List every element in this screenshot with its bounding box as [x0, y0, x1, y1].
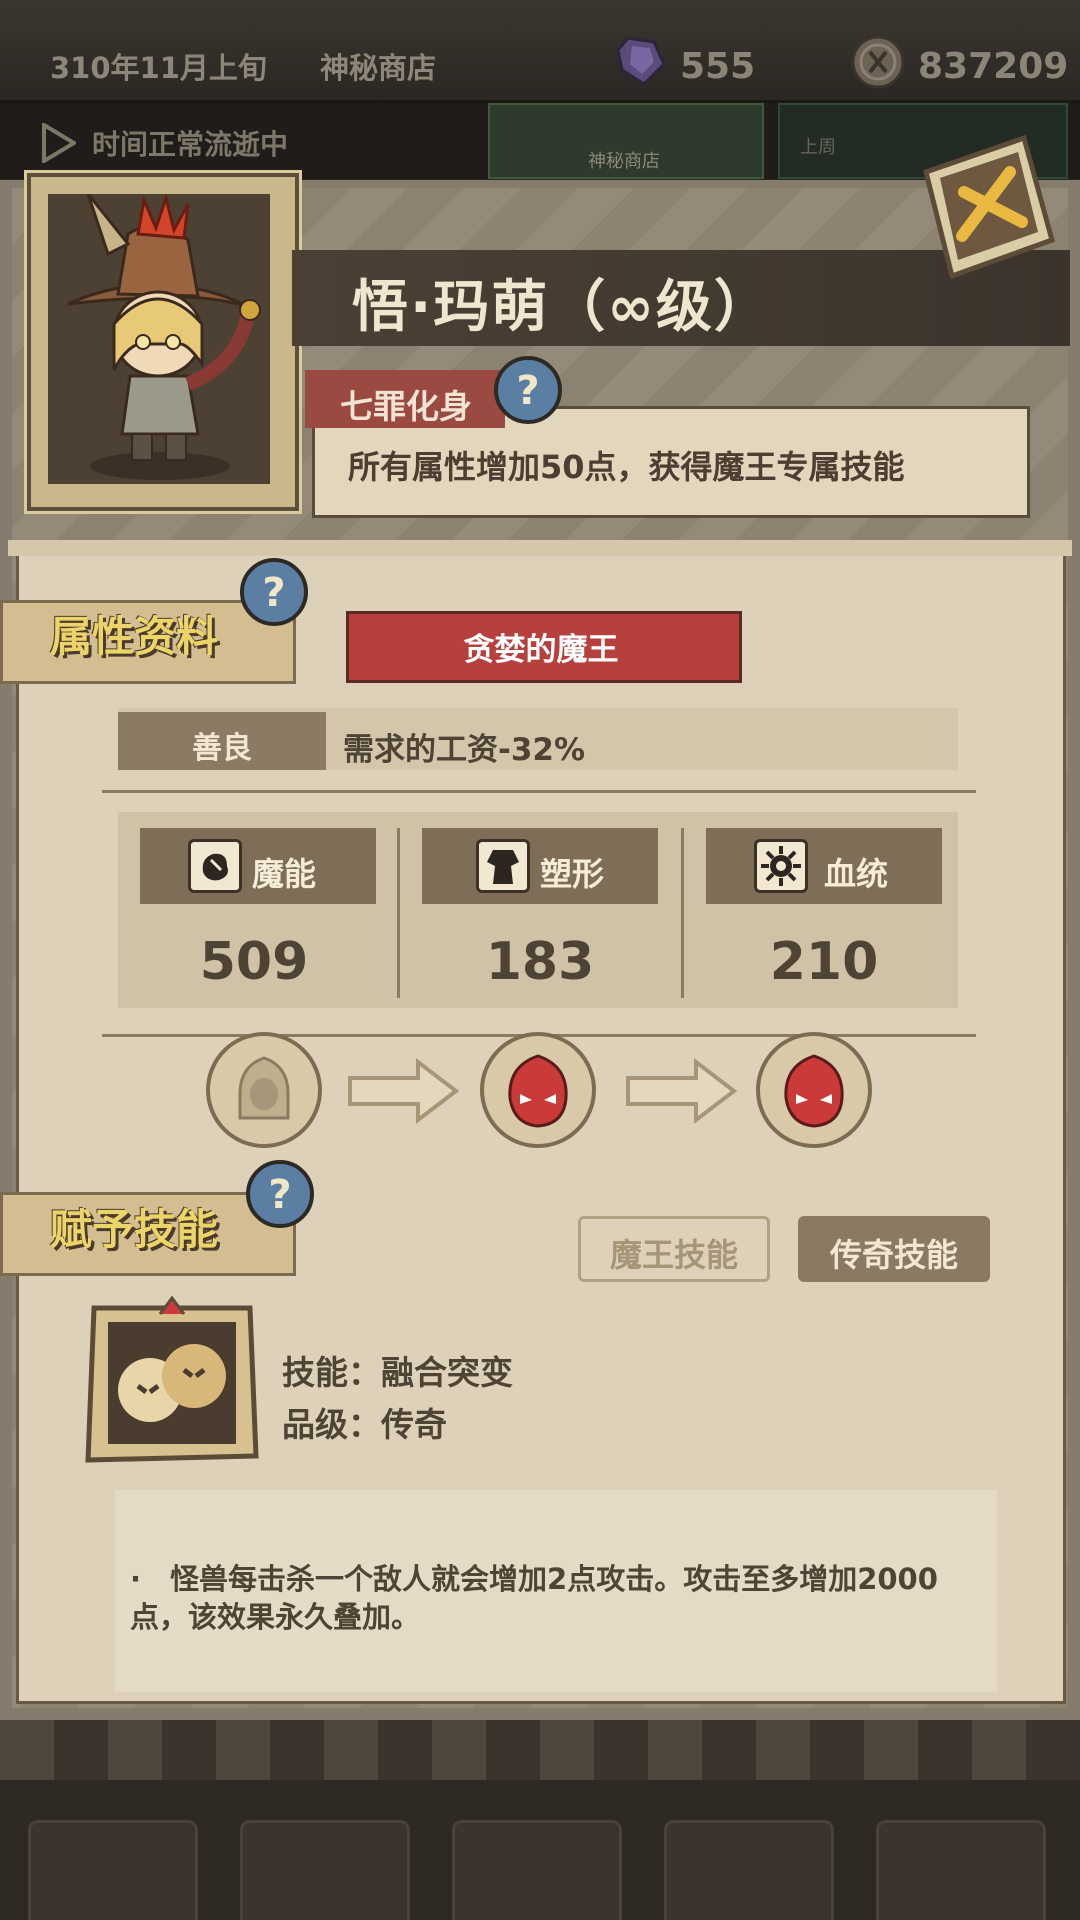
- nav-slot-5[interactable]: [876, 1820, 1046, 1920]
- body-shape-icon: [476, 839, 530, 893]
- help-icon[interactable]: ?: [492, 354, 564, 426]
- evolution-stage-2[interactable]: [480, 1032, 596, 1148]
- gem-icon: [616, 36, 666, 86]
- trait-description: 所有属性增加50点，获得魔王专属技能: [348, 448, 905, 486]
- trait-tag-label: 七罪化身: [340, 387, 472, 426]
- close-button[interactable]: [906, 132, 1056, 282]
- stat-divider: [397, 828, 400, 998]
- svg-text:?: ?: [268, 1172, 291, 1218]
- tab-mystery-shop[interactable]: 神秘商店: [488, 103, 764, 179]
- game-date: 310年11月上旬: [50, 51, 267, 85]
- tab-other-label: 上周: [800, 137, 836, 158]
- stat-shape-value: 183: [485, 932, 595, 992]
- character-avatar-icon: [67, 192, 261, 480]
- magic-fist-icon: [188, 839, 242, 893]
- character-portrait: [48, 192, 270, 484]
- skill-description: · 怪兽每击杀一个敌人就会增加2点攻击。攻击至多增加2000点，该效果永久叠加。: [130, 1562, 938, 1634]
- evolution-stage-1[interactable]: [206, 1032, 322, 1148]
- attributes-title: 属性资料: [50, 612, 219, 661]
- nav-slot-2[interactable]: [240, 1820, 410, 1920]
- gem-count: 555: [680, 46, 756, 87]
- time-status: 时间正常流逝中: [92, 128, 289, 161]
- skill-grade: 品级：传奇: [282, 1405, 447, 1444]
- coin-count: 837209: [918, 46, 1069, 87]
- alignment-label: 善良: [192, 731, 252, 766]
- skill-name: 技能：融合突变: [282, 1353, 513, 1392]
- coin-icon: [851, 35, 905, 89]
- nav-slot-3[interactable]: [452, 1820, 622, 1920]
- stat-blood-value: 210: [769, 932, 879, 992]
- parchment-scroll-edge: [8, 540, 1072, 556]
- nav-slot-4[interactable]: [664, 1820, 834, 1920]
- tab-legend-skills-label: 传奇技能: [829, 1236, 958, 1274]
- tab-demon-skills-label: 魔王技能: [609, 1236, 738, 1274]
- character-name: 悟·玛萌（∞级）: [352, 275, 772, 340]
- top-bar: 310年11月上旬 神秘商店 555 837209: [0, 0, 1080, 103]
- hooded-figure-icon: [238, 1056, 290, 1120]
- bottom-decor-strip: [0, 1720, 1080, 1780]
- location-label: 神秘商店: [320, 51, 437, 85]
- attributes-help-icon[interactable]: ?: [238, 556, 310, 628]
- stat-blood-label: 血统: [824, 855, 889, 893]
- svg-text:?: ?: [516, 368, 539, 414]
- nav-slot-1[interactable]: [28, 1820, 198, 1920]
- skill-icon[interactable]: [80, 1290, 264, 1476]
- red-demon-icon: [508, 1054, 568, 1128]
- evolution-arrow-icon: [626, 1057, 738, 1125]
- class-banner-label: 贪婪的魔王: [463, 632, 619, 668]
- evolution-stage-3[interactable]: [756, 1032, 872, 1148]
- evolution-arrow-icon: [348, 1057, 460, 1125]
- bloodline-icon: [754, 839, 808, 893]
- red-demon-icon: [784, 1054, 844, 1128]
- skills-title: 赋予技能: [50, 1205, 219, 1254]
- play-icon[interactable]: [40, 123, 76, 163]
- svg-text:?: ?: [262, 570, 285, 616]
- stat-shape-label: 塑形: [540, 855, 605, 893]
- alignment-effect: 需求的工资-32%: [343, 732, 586, 768]
- stat-magic-value: 509: [199, 932, 309, 992]
- stat-divider: [681, 828, 684, 998]
- skills-help-icon[interactable]: ?: [244, 1158, 316, 1230]
- stat-magic-label: 魔能: [252, 855, 317, 893]
- tab-mystery-shop-label: 神秘商店: [588, 151, 660, 172]
